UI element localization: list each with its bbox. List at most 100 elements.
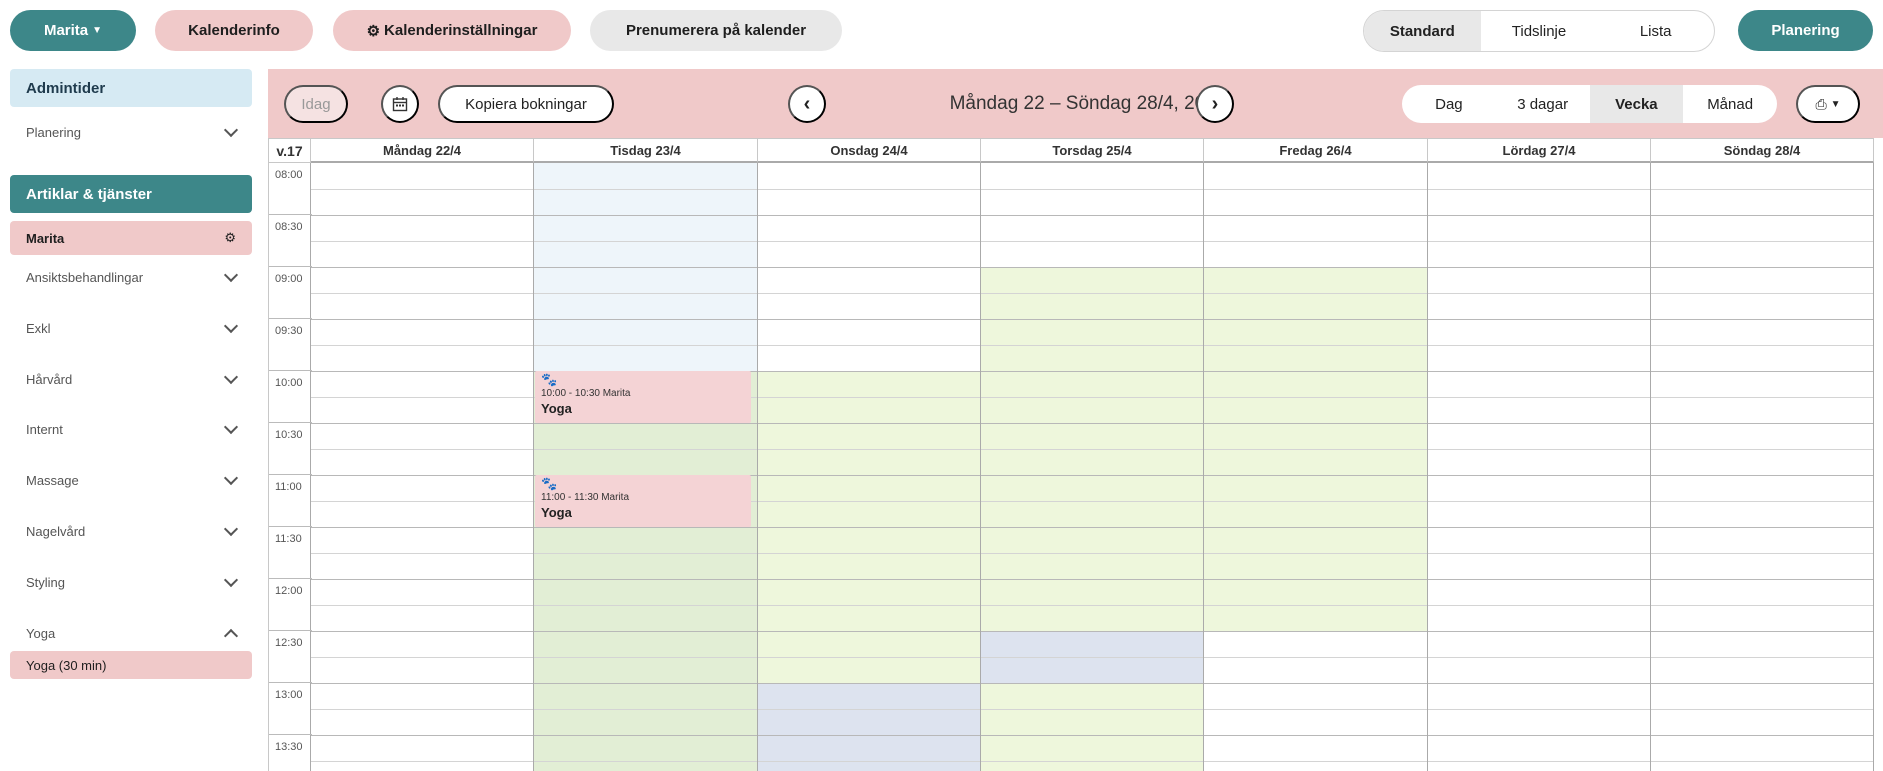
articles-services-header[interactable]: Artiklar & tjänster xyxy=(10,175,252,213)
day-column[interactable] xyxy=(981,163,1204,771)
event-time: 10:00 - 10:30 Marita xyxy=(541,388,631,399)
booking-event[interactable]: 🐾 11:00 - 11:30 Marita Yoga xyxy=(535,475,751,527)
grid-line xyxy=(534,579,757,580)
view-option-lista[interactable]: Lista xyxy=(1597,11,1714,51)
view-option-standard[interactable]: Standard xyxy=(1364,11,1481,51)
grid-line xyxy=(1428,475,1650,476)
sidebar-category-3[interactable]: Internt xyxy=(10,412,252,446)
time-label: 08:30 xyxy=(269,215,312,267)
time-label: 12:00 xyxy=(269,579,312,631)
grid-line xyxy=(981,449,1203,450)
grid-line xyxy=(1428,553,1650,554)
subscribe-calendar-button[interactable]: Prenumerera på kalender xyxy=(590,10,842,51)
chevron-down-icon: ▼ xyxy=(1830,98,1841,110)
grid-line xyxy=(311,215,533,216)
grid-line xyxy=(1204,189,1427,190)
next-week-button[interactable]: › xyxy=(1196,85,1234,123)
day-header[interactable]: Söndag 28/4 xyxy=(1651,138,1874,163)
availability-block[interactable] xyxy=(981,683,1203,771)
sidebar-category-7[interactable]: Yoga xyxy=(10,616,252,650)
grid-line xyxy=(1204,605,1427,606)
grid-line xyxy=(534,215,757,216)
grid-line xyxy=(758,657,980,658)
grid-line xyxy=(981,371,1203,372)
grid-line xyxy=(1204,371,1427,372)
range-option-1[interactable]: 3 dagar xyxy=(1496,85,1590,123)
view-switcher: Standard Tidslinje Lista xyxy=(1363,10,1715,52)
grid-line xyxy=(311,189,533,190)
sidebar-category-6[interactable]: Styling xyxy=(10,565,252,599)
grid-line xyxy=(758,579,980,580)
time-label: 13:30 xyxy=(269,735,312,771)
view-option-tidslinje[interactable]: Tidslinje xyxy=(1481,11,1598,51)
day-header[interactable]: Onsdag 24/4 xyxy=(758,138,981,163)
grid-line xyxy=(311,553,533,554)
day-header[interactable]: Lördag 27/4 xyxy=(1428,138,1651,163)
grid-line xyxy=(1204,241,1427,242)
availability-block[interactable] xyxy=(758,683,980,771)
sidebar-item-planering[interactable]: Planering xyxy=(10,115,252,149)
time-label: 10:30 xyxy=(269,423,312,475)
grid-line xyxy=(1204,449,1427,450)
previous-week-button[interactable]: ‹ xyxy=(788,85,826,123)
day-column[interactable] xyxy=(311,163,534,771)
range-option-0[interactable]: Dag xyxy=(1402,85,1496,123)
grid-line xyxy=(981,345,1203,346)
grid-line xyxy=(311,241,533,242)
sidebar-category-2[interactable]: Hårvård xyxy=(10,362,252,396)
grid-line xyxy=(1651,657,1873,658)
grid-line xyxy=(1428,293,1650,294)
calendar-info-button[interactable]: Kalenderinfo xyxy=(155,10,313,51)
user-menu-button[interactable]: Marita ▼ xyxy=(10,10,136,51)
sidebar-category-0[interactable]: Ansiktsbehandlingar xyxy=(10,260,252,294)
grid-line xyxy=(534,189,757,190)
day-header[interactable]: Fredag 26/4 xyxy=(1204,138,1428,163)
range-option-2[interactable]: Vecka xyxy=(1589,85,1684,123)
calendar-settings-button[interactable]: ⚙ Kalenderinställningar xyxy=(333,10,571,51)
chevron-down-icon xyxy=(223,572,239,587)
grid-line xyxy=(1204,501,1427,502)
planning-button[interactable]: Planering xyxy=(1738,10,1873,51)
sidebar-category-4[interactable]: Massage xyxy=(10,463,252,497)
grid-line xyxy=(1204,397,1427,398)
grid-line xyxy=(534,709,757,710)
range-option-3[interactable]: Månad xyxy=(1683,85,1777,123)
day-header[interactable]: Torsdag 25/4 xyxy=(981,138,1204,163)
admin-times-header[interactable]: Admintider xyxy=(10,69,252,107)
time-label: 08:00 xyxy=(269,163,312,215)
grid-line xyxy=(534,657,757,658)
grid-line xyxy=(311,293,533,294)
time-label: 09:30 xyxy=(269,319,312,371)
day-header[interactable]: Tisdag 23/4 xyxy=(534,138,758,163)
grid-line xyxy=(758,631,980,632)
calendar-icon[interactable] xyxy=(381,85,419,123)
day-header[interactable]: Måndag 22/4 xyxy=(311,138,534,163)
copy-bookings-button[interactable]: Kopiera bokningar xyxy=(438,85,614,123)
day-column[interactable] xyxy=(1428,163,1651,771)
gear-icon: ⚙ xyxy=(366,22,381,40)
sidebar-category-5[interactable]: Nagelvård xyxy=(10,514,252,548)
day-column[interactable]: 🐾 10:00 - 10:30 Marita Yoga 🐾 11:00 - 11:30 … xyxy=(534,163,758,771)
print-menu-button[interactable]: ⎙ ▼ xyxy=(1796,85,1860,123)
grid-line xyxy=(758,683,980,684)
grid-line xyxy=(1428,709,1650,710)
day-column[interactable] xyxy=(758,163,981,771)
booking-event[interactable]: 🐾 10:00 - 10:30 Marita Yoga xyxy=(535,371,751,423)
grid-line xyxy=(981,683,1203,684)
grid-line xyxy=(534,553,757,554)
day-column[interactable] xyxy=(1651,163,1874,771)
grid-line xyxy=(1651,189,1873,190)
day-column[interactable] xyxy=(1204,163,1428,771)
gear-icon[interactable]: ⚙ xyxy=(224,230,236,246)
grid-line xyxy=(1428,397,1650,398)
service-item[interactable]: Yoga (30 min) xyxy=(10,651,252,679)
selected-staff-row[interactable]: Marita ⚙ xyxy=(10,221,252,255)
grid-line xyxy=(981,605,1203,606)
grid-line xyxy=(534,241,757,242)
today-button[interactable]: Idag xyxy=(284,85,348,123)
grid-line xyxy=(1651,449,1873,450)
time-label: 11:30 xyxy=(269,527,312,579)
availability-block[interactable] xyxy=(534,371,757,771)
sidebar-category-label: Internt xyxy=(26,421,63,437)
sidebar-category-1[interactable]: Exkl xyxy=(10,311,252,345)
